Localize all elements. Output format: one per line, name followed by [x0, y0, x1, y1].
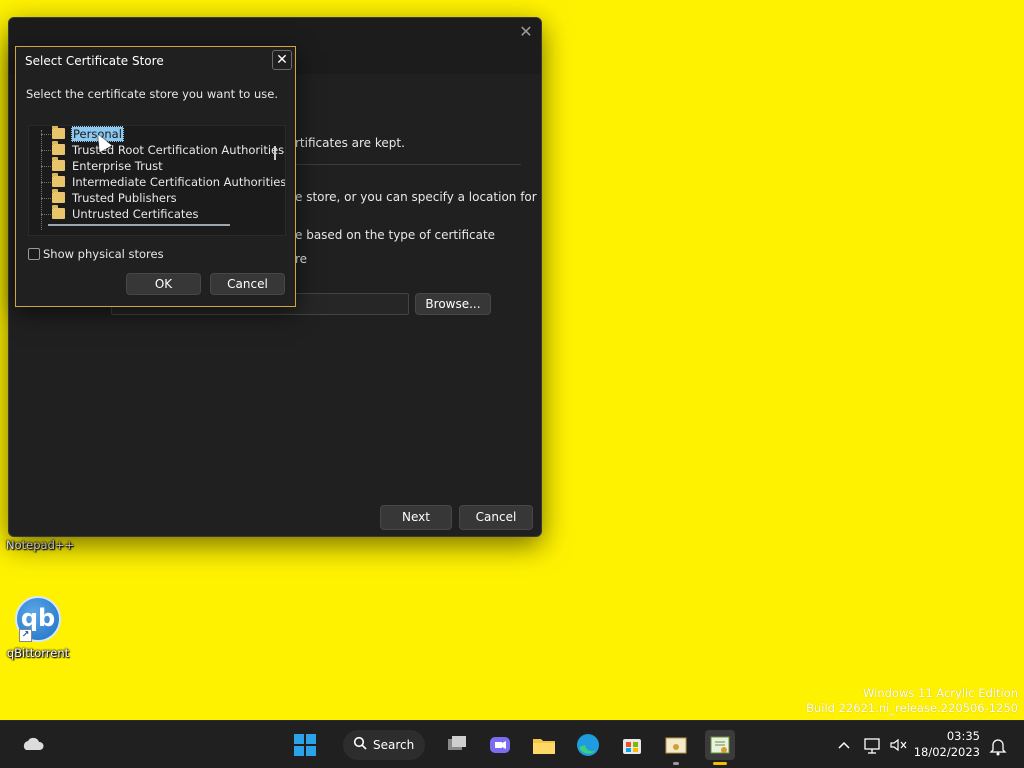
shortcut-arrow-icon: ↗ [19, 629, 32, 642]
tree-connector [41, 198, 51, 199]
tree-item-intermediate[interactable]: Intermediate Certification Authorities [41, 173, 285, 190]
search-label: Search [373, 738, 415, 752]
edge-icon[interactable] [573, 730, 603, 760]
folder-icon [52, 141, 65, 155]
certificate-store-tree[interactable]: Personal Trusted Root Certification Auth… [28, 125, 286, 236]
tree-item-untrusted[interactable]: Untrusted Certificates [41, 205, 263, 222]
qbittorrent-icon-glyph: qb [20, 604, 56, 632]
close-icon[interactable]: ✕ [272, 50, 292, 70]
folder-icon [52, 126, 65, 139]
taskbar: Search 03:35 18/02/2023 [0, 720, 1024, 768]
file-explorer-icon[interactable] [529, 730, 559, 760]
wizard-description-text: rtificates are kept. [295, 136, 405, 150]
dialog-prompt: Select the certificate store you want to… [26, 87, 278, 101]
wizard-cancel-button[interactable]: Cancel [459, 505, 533, 530]
tree-connector [41, 182, 51, 183]
select-certificate-store-dialog: Select Certificate Store ✕ Select the ce… [15, 46, 296, 307]
weather-icon[interactable] [18, 730, 48, 760]
tree-connector [41, 166, 51, 167]
tree-item-label: Untrusted Certificates [72, 207, 199, 221]
folder-icon [52, 205, 65, 219]
task-view-icon[interactable] [442, 730, 472, 760]
folder-icon [52, 157, 65, 171]
wizard-auto-select-option-text: e based on the type of certificate [295, 228, 496, 242]
teams-chat-icon[interactable] [485, 730, 515, 760]
ok-button[interactable]: OK [126, 273, 201, 295]
tray-overflow-icon[interactable] [829, 730, 859, 760]
windows-logo [294, 734, 316, 756]
clock-time[interactable]: 03:35 [900, 729, 980, 743]
folder-icon [52, 189, 65, 203]
tree-connector [41, 214, 51, 215]
cancel-button[interactable]: Cancel [210, 273, 285, 295]
tree-connector [41, 134, 51, 135]
desktop-icon-label: qBittorrent [6, 646, 70, 660]
qbittorrent-icon: qb ↗ [15, 596, 61, 642]
store-icon[interactable] [617, 730, 647, 760]
certificate-manager-icon[interactable] [661, 730, 691, 765]
certificate-wizard-icon[interactable] [705, 730, 735, 765]
dialog-title: Select Certificate Store [25, 54, 164, 68]
clock-date[interactable]: 18/02/2023 [900, 745, 980, 759]
desktop-icon-notepadpp[interactable]: Notepad++ [6, 538, 75, 552]
wizard-store-option-text: e store, or you can specify a location f… [295, 190, 537, 204]
browse-button[interactable]: Browse... [415, 293, 491, 315]
tree-item-label: Intermediate Certification Authorities [72, 175, 286, 189]
wizard-close-icon[interactable]: ✕ [515, 21, 537, 43]
taskbar-search[interactable]: Search [343, 730, 425, 760]
horizontal-scrollbar[interactable] [48, 224, 230, 226]
search-icon [353, 736, 367, 750]
tree-item-label: Enterprise Trust [72, 159, 163, 173]
tree-item-trusted-publishers[interactable]: Trusted Publishers [41, 189, 263, 206]
tree-item-enterprise-trust[interactable]: Enterprise Trust [41, 157, 263, 174]
desktop-icon-qbittorrent[interactable]: qb ↗ qBittorrent [6, 596, 70, 660]
tree-item-trusted-root[interactable]: Trusted Root Certification Authorities [41, 141, 284, 158]
wizard-place-option-text: re [295, 252, 308, 266]
watermark-line: Build 22621.ni_release.220506-1250 [806, 701, 1018, 715]
next-button[interactable]: Next [380, 505, 452, 530]
start-icon[interactable] [290, 730, 320, 760]
tree-item-label: Trusted Publishers [72, 191, 177, 205]
watermark-line: Windows 11 Acrylic Edition [863, 686, 1018, 700]
show-physical-stores-label: Show physical stores [43, 247, 164, 261]
wizard-separator [279, 164, 521, 165]
notification-icon[interactable] [983, 730, 1013, 760]
folder-icon [52, 173, 65, 187]
vertical-scrollbar[interactable] [274, 146, 276, 160]
tree-item-personal[interactable]: Personal [41, 126, 263, 142]
desktop-icon-label: Notepad++ [6, 538, 75, 552]
show-physical-stores-checkbox[interactable] [28, 248, 40, 260]
windows-watermark: Windows 11 Acrylic Edition Build 22621.n… [806, 686, 1018, 716]
tree-connector [41, 150, 51, 151]
